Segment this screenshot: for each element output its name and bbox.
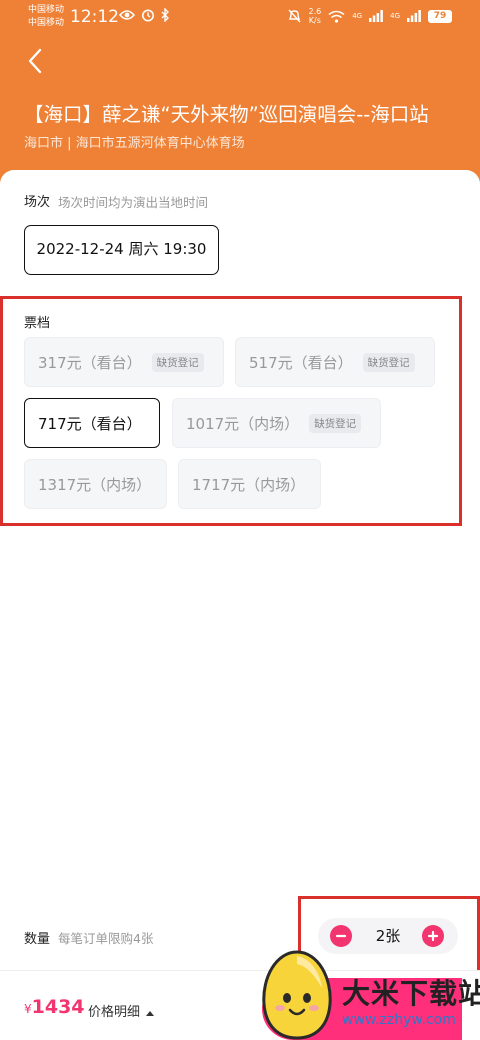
tier-price: 1317元（内场） [38, 475, 152, 494]
battery-icon: 79 [428, 9, 452, 23]
status-icons-right: 2.6 K/s 4G 4G 79 [288, 7, 452, 25]
carrier-1: 中国移动 [28, 5, 65, 15]
decrease-button[interactable] [330, 925, 352, 947]
watermark-rice-mascot-icon [262, 950, 332, 1040]
total-price: ¥1434 [24, 996, 85, 1018]
status-time: 12:12 [70, 7, 119, 27]
quantity-label: 数量 [24, 932, 51, 947]
tier-option-1017[interactable]: 1017元（内场） 缺货登记 [172, 398, 381, 448]
tier-label: 票档 [24, 316, 51, 331]
tier-soldout-tag: 缺货登记 [362, 352, 415, 372]
currency-symbol: ¥ [24, 1002, 32, 1016]
tier-price: 1717元（内场） [192, 475, 306, 494]
signal-1-label: 4G [352, 12, 363, 20]
status-bar: 中国移动 中国移动 12:12 2.6 K/s 4G 4G 79 [0, 0, 480, 36]
tier-soldout-tag: 缺货登记 [309, 413, 362, 433]
quantity-value: 2张 [375, 927, 401, 945]
tier-price: 317元（看台） [38, 353, 142, 372]
network-speed-unit: K/s [308, 16, 321, 25]
signal-2-icon [407, 10, 421, 22]
tier-option-317[interactable]: 317元（看台） 缺货登记 [24, 337, 224, 387]
quantity-stepper: 2张 [318, 918, 458, 954]
event-title: 【海口】薛之谦“天外来物”巡回演唱会--海口站 [24, 103, 429, 126]
price-detail-label: 价格明细 [88, 1005, 141, 1020]
wifi-icon [328, 10, 345, 23]
increase-button[interactable] [422, 925, 444, 947]
session-option[interactable]: 2022-12-24 周六 19:30 [24, 225, 219, 275]
minus-icon [335, 934, 347, 938]
watermark-url: www.zzhyw.com [342, 1012, 456, 1028]
tier-soldout-tag: 缺货登记 [151, 352, 204, 372]
signal-1-icon [369, 10, 384, 22]
mute-bell-icon [288, 9, 302, 23]
tier-option-1317[interactable]: 1317元（内场） [24, 459, 167, 509]
total-amount: 1434 [31, 996, 85, 1018]
bluetooth-icon [161, 8, 169, 22]
tier-price: 517元（看台） [249, 353, 353, 372]
carrier-2: 中国移动 [28, 18, 65, 28]
watermark-text: 大米下载站 [342, 977, 480, 1010]
content-sheet [0, 170, 480, 1040]
status-icons-left [119, 8, 170, 22]
alarm-icon [142, 9, 154, 22]
chevron-left-icon [28, 48, 42, 74]
carrier-labels: 中国移动 中国移动 [28, 4, 64, 30]
network-speed-value: 2.6 [308, 7, 322, 16]
tier-option-717[interactable]: 717元（看台） [24, 398, 160, 448]
tier-option-1717[interactable]: 1717元（内场） [178, 459, 321, 509]
tier-price: 1017元（内场） [186, 414, 300, 433]
eye-icon [119, 10, 135, 20]
session-hint: 场次时间均为演出当地时间 [58, 195, 209, 210]
tier-price: 717元（看台） [38, 414, 142, 433]
signal-2-label: 4G [390, 12, 400, 20]
session-label: 场次 [24, 195, 51, 210]
quantity-hint: 每笔订单限购4张 [58, 931, 154, 946]
plus-icon [427, 930, 439, 942]
back-button[interactable] [22, 46, 48, 76]
price-detail-toggle[interactable]: 价格明细 [88, 1001, 155, 1020]
event-venue: 海口市 | 海口市五源河体育中心体育场 [24, 136, 245, 151]
network-speed: 2.6 K/s [308, 7, 321, 25]
tier-option-517[interactable]: 517元（看台） 缺货登记 [235, 337, 435, 387]
caret-up-icon [146, 1010, 155, 1016]
